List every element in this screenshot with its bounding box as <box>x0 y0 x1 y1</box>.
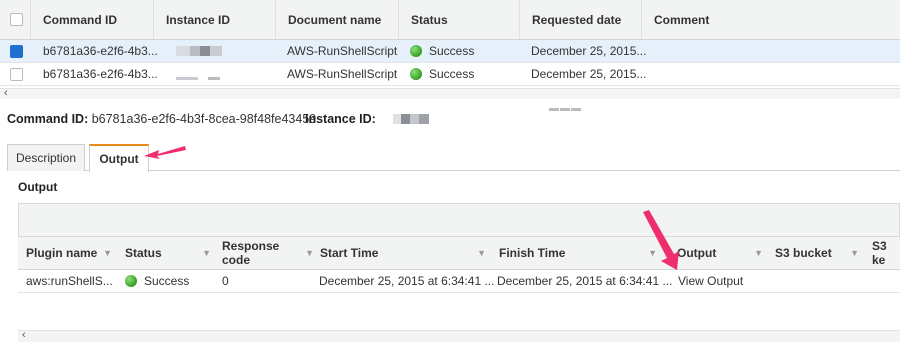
instance-id-redacted <box>393 113 430 127</box>
horizontal-scrollbar[interactable]: ‹ <box>0 87 900 99</box>
select-all-checkbox[interactable] <box>10 0 23 39</box>
status-cell: Success <box>410 63 474 85</box>
success-dot-icon <box>410 45 422 57</box>
view-output-link[interactable]: View Output <box>678 270 743 292</box>
header-output-status[interactable]: Status ▼ <box>125 237 217 269</box>
row-checkbox[interactable] <box>10 63 23 85</box>
header-s3-key[interactable]: S3 ke <box>872 237 900 269</box>
document-cell: AWS-RunShellScript <box>287 44 398 58</box>
plugin-name-cell: aws:runShellS... <box>26 274 113 288</box>
caret-down-icon[interactable]: ▼ <box>648 248 657 258</box>
header-output[interactable]: Output ▼ <box>677 237 769 269</box>
header-instance-id[interactable]: Instance ID <box>153 0 275 39</box>
success-dot-icon <box>410 68 422 80</box>
instance-id-label: Instance ID: <box>305 112 376 126</box>
table-row[interactable]: b6781a36-e2f6-4b3... AWS-RunShellScript … <box>0 63 900 86</box>
header-s3-bucket[interactable]: S3 bucket ▼ <box>775 237 865 269</box>
output-section-title: Output <box>18 180 58 194</box>
header-comment[interactable]: Comment <box>641 0 900 39</box>
output-row[interactable]: aws:runShellS... Success 0 December 25, … <box>18 270 900 293</box>
table-row[interactable]: b6781a36-e2f6-4b3... AWS-RunShellScript … <box>0 40 900 63</box>
header-response-code[interactable]: Response code ▼ <box>222 237 314 269</box>
header-document-name[interactable]: Document name <box>275 0 398 39</box>
command-id-cell: b6781a36-e2f6-4b3... <box>43 44 158 58</box>
header-requested-date[interactable]: Requested date <box>519 0 641 39</box>
caret-down-icon[interactable]: ▼ <box>850 248 859 258</box>
caret-down-icon[interactable]: ▼ <box>477 248 486 258</box>
caret-down-icon[interactable]: ▼ <box>754 248 763 258</box>
start-time-cell: December 25, 2015 at 6:34:41 ... <box>319 274 495 288</box>
resize-handle[interactable]: ▬▬▬ <box>549 103 582 114</box>
tab-description[interactable]: Description <box>7 144 85 171</box>
requested-cell: December 25, 2015... <box>531 67 647 81</box>
header-status[interactable]: Status <box>398 0 519 39</box>
header-finish-time[interactable]: Finish Time ▼ <box>499 237 663 269</box>
command-id-label: Command ID: <box>7 112 89 126</box>
success-dot-icon <box>125 275 137 287</box>
command-id-detail: Command ID: b6781a36-e2f6-4b3f-8cea-98f4… <box>7 112 316 126</box>
instance-id-detail: Instance ID: <box>305 112 430 127</box>
header-command-id[interactable]: Command ID <box>30 0 153 39</box>
header-plugin-name[interactable]: Plugin name ▼ <box>26 237 118 269</box>
detail-tabs: Description Output <box>7 144 900 172</box>
finish-time-cell: December 25, 2015 at 6:34:41 ... <box>497 274 673 288</box>
caret-down-icon[interactable]: ▼ <box>202 248 211 258</box>
status-cell: Success <box>410 40 474 62</box>
output-table-header: Plugin name ▼ Status ▼ Response code ▼ Star… <box>18 237 900 270</box>
instance-id-redacted <box>176 40 222 62</box>
requested-cell: December 25, 2015... <box>531 44 647 58</box>
response-code-cell: 0 <box>222 274 229 288</box>
tab-output[interactable]: Output <box>89 144 149 172</box>
chevron-left-icon[interactable]: ‹ <box>4 87 8 99</box>
chevron-left-icon[interactable]: ‹ <box>22 329 26 341</box>
caret-down-icon[interactable]: ▼ <box>103 248 112 258</box>
instance-id-redacted <box>176 67 220 89</box>
command-id-cell: b6781a36-e2f6-4b3... <box>43 67 158 81</box>
caret-down-icon[interactable]: ▼ <box>305 248 314 258</box>
commands-table: Command ID Instance ID Document name Sta… <box>0 0 900 86</box>
command-id-value: b6781a36-e2f6-4b3f-8cea-98f48fe43459 <box>91 112 317 126</box>
output-toolbar <box>18 203 900 237</box>
output-horizontal-scrollbar[interactable]: ‹ <box>18 329 900 342</box>
output-status-cell: Success <box>125 270 189 292</box>
row-checkbox[interactable] <box>10 40 23 62</box>
commands-table-header: Command ID Instance ID Document name Sta… <box>0 0 900 40</box>
header-start-time[interactable]: Start Time ▼ <box>320 237 492 269</box>
document-cell: AWS-RunShellScript <box>287 67 398 81</box>
